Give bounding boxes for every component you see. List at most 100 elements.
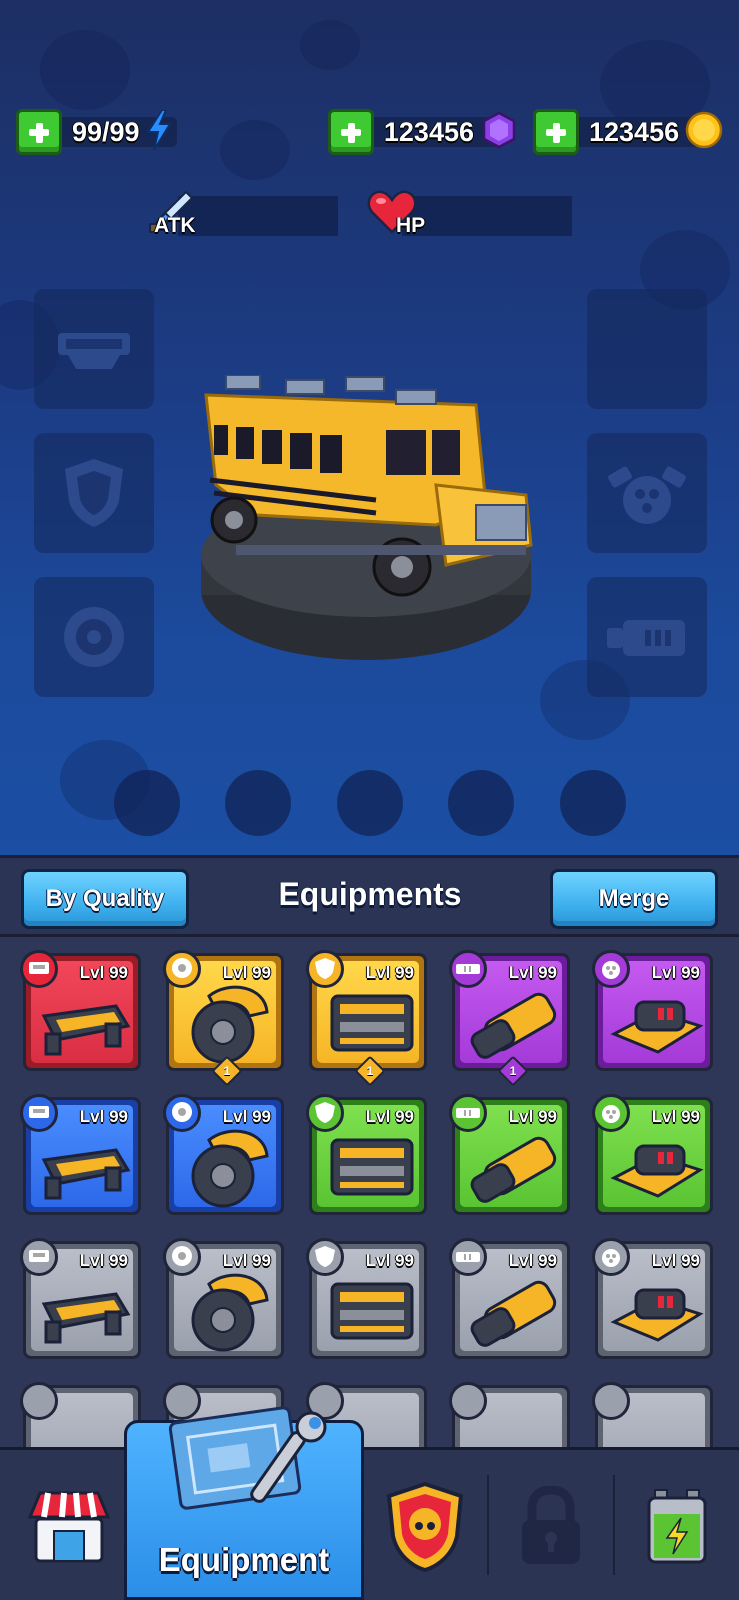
hp-stat: HP (366, 190, 576, 238)
nav-battery[interactable] (617, 1450, 737, 1600)
hp-label: HP (396, 214, 426, 237)
slot-roof[interactable] (587, 289, 707, 409)
energy-counter: 99/99 (16, 109, 191, 155)
shop-icon (27, 1491, 111, 1562)
bumper-icon (58, 333, 130, 369)
empty-type-icon (20, 1382, 58, 1420)
equipment-inventory: Lvl 99 Lvl 99 1 Lvl 99 1 Lvl 99 1 Lvl 99 Lvl 99 L… (0, 937, 739, 1447)
equipment-card[interactable]: Lvl 99 1 (306, 950, 427, 1087)
card-level: Lvl 99 (222, 963, 271, 982)
card-count: 1 (509, 1064, 517, 1078)
weapon-art-icon (465, 1120, 563, 1210)
equipment-card-empty[interactable] (449, 1382, 570, 1447)
add-coins-button[interactable] (533, 109, 579, 155)
card-level: Lvl 99 (79, 1107, 128, 1126)
card-level: Lvl 99 (222, 1251, 271, 1270)
equipment-card[interactable]: Lvl 99 (592, 1094, 713, 1215)
equipment-header: By Quality Equipments Merge (0, 855, 739, 937)
card-level: Lvl 99 (651, 963, 700, 982)
equipment-card[interactable]: Lvl 99 (592, 950, 713, 1071)
slot-engine[interactable] (587, 433, 707, 553)
bumper-type-icon (20, 950, 58, 988)
wheel-type-icon (163, 950, 201, 988)
add-gems-button[interactable] (328, 109, 374, 155)
slot-bumper[interactable] (34, 289, 154, 409)
armor-art-icon (322, 1264, 420, 1354)
equipment-card[interactable]: Lvl 99 (449, 1094, 570, 1215)
equipment-card[interactable]: Lvl 99 1 (449, 950, 570, 1087)
wheel-art-icon (179, 1264, 277, 1354)
nav-skull-badge[interactable] (365, 1450, 485, 1600)
roof-slot-4[interactable] (448, 770, 514, 836)
empty-type-icon (592, 1382, 630, 1420)
equipment-card[interactable]: Lvl 99 (449, 1238, 570, 1359)
roof-slot-3[interactable] (337, 770, 403, 836)
slot-wheel[interactable] (34, 577, 154, 697)
bumper-type-icon (20, 1238, 58, 1276)
empty-type-icon (449, 1382, 487, 1420)
wheel-art-icon (179, 976, 277, 1066)
card-level: Lvl 99 (508, 1107, 557, 1126)
equipments-title: Equipments (278, 876, 462, 912)
engine-art-icon (608, 1120, 706, 1210)
shield-icon (65, 459, 123, 527)
engine-type-icon (592, 1094, 630, 1132)
roof-slot-1[interactable] (114, 770, 180, 836)
card-level: Lvl 99 (365, 1251, 414, 1270)
nav-equipment-label: Equipment (158, 1541, 330, 1578)
nav-shop[interactable] (14, 1450, 124, 1600)
equipment-card[interactable]: Lvl 99 (163, 1238, 284, 1359)
weapon-type-icon (449, 1238, 487, 1276)
roof-slot-5[interactable] (560, 770, 626, 836)
battery-icon (647, 1488, 707, 1563)
bumper-art-icon (36, 1264, 134, 1354)
lock-icon (522, 1485, 580, 1564)
nav-locked[interactable] (491, 1450, 611, 1600)
vehicle-display[interactable] (196, 374, 546, 675)
engine-art-icon (608, 1264, 706, 1354)
garage-view: 99/99 123456 123456 ATK HP (0, 0, 739, 855)
weapon-type-icon (449, 950, 487, 988)
add-energy-button[interactable] (16, 109, 62, 155)
equipment-card[interactable]: Lvl 99 (306, 1094, 427, 1215)
bumper-art-icon (36, 1120, 134, 1210)
equipment-card[interactable]: Lvl 99 (20, 1238, 141, 1359)
equipment-card[interactable]: Lvl 99 (306, 1238, 427, 1359)
equipment-card-empty[interactable] (592, 1382, 713, 1447)
engine-art-icon (608, 976, 706, 1066)
equipment-card[interactable]: Lvl 99 (20, 950, 141, 1071)
card-level: Lvl 99 (365, 1107, 414, 1126)
card-level: Lvl 99 (508, 963, 557, 982)
card-level: Lvl 99 (79, 963, 128, 982)
card-level: Lvl 99 (79, 1251, 128, 1270)
card-level: Lvl 99 (365, 963, 414, 982)
sort-by-quality-button[interactable]: By Quality (21, 869, 189, 929)
equipment-card[interactable]: Lvl 99 (163, 1094, 284, 1215)
armor-art-icon (322, 1120, 420, 1210)
blueprint-wrench-icon (168, 1406, 327, 1510)
bumper-art-icon (36, 976, 134, 1066)
armor-art-icon (322, 976, 420, 1066)
weapon-art-icon (465, 976, 563, 1066)
weapon-art-icon (465, 1264, 563, 1354)
nav-divider (487, 1475, 489, 1575)
equipment-card[interactable]: Lvl 99 (592, 1238, 713, 1359)
card-count: 1 (366, 1064, 374, 1078)
bumper-type-icon (20, 1094, 58, 1132)
card-level: Lvl 99 (508, 1251, 557, 1270)
roof-slot-2[interactable] (225, 770, 291, 836)
nav-divider (613, 1475, 615, 1575)
lightning-icon (145, 109, 172, 154)
merge-button[interactable]: Merge (550, 869, 718, 929)
card-level: Lvl 99 (222, 1107, 271, 1126)
skull-badge-icon (386, 1481, 464, 1572)
wheel-icon (64, 607, 124, 667)
engine-icon (608, 466, 686, 524)
slot-armor[interactable] (34, 433, 154, 553)
card-level: Lvl 99 (651, 1107, 700, 1126)
energy-value: 99/99 (72, 116, 140, 147)
equipment-card[interactable]: Lvl 99 1 (163, 950, 284, 1087)
nav-equipment[interactable]: Equipment (124, 1406, 364, 1600)
equipment-card[interactable]: Lvl 99 (20, 1094, 141, 1215)
slot-weapon[interactable] (587, 577, 707, 697)
